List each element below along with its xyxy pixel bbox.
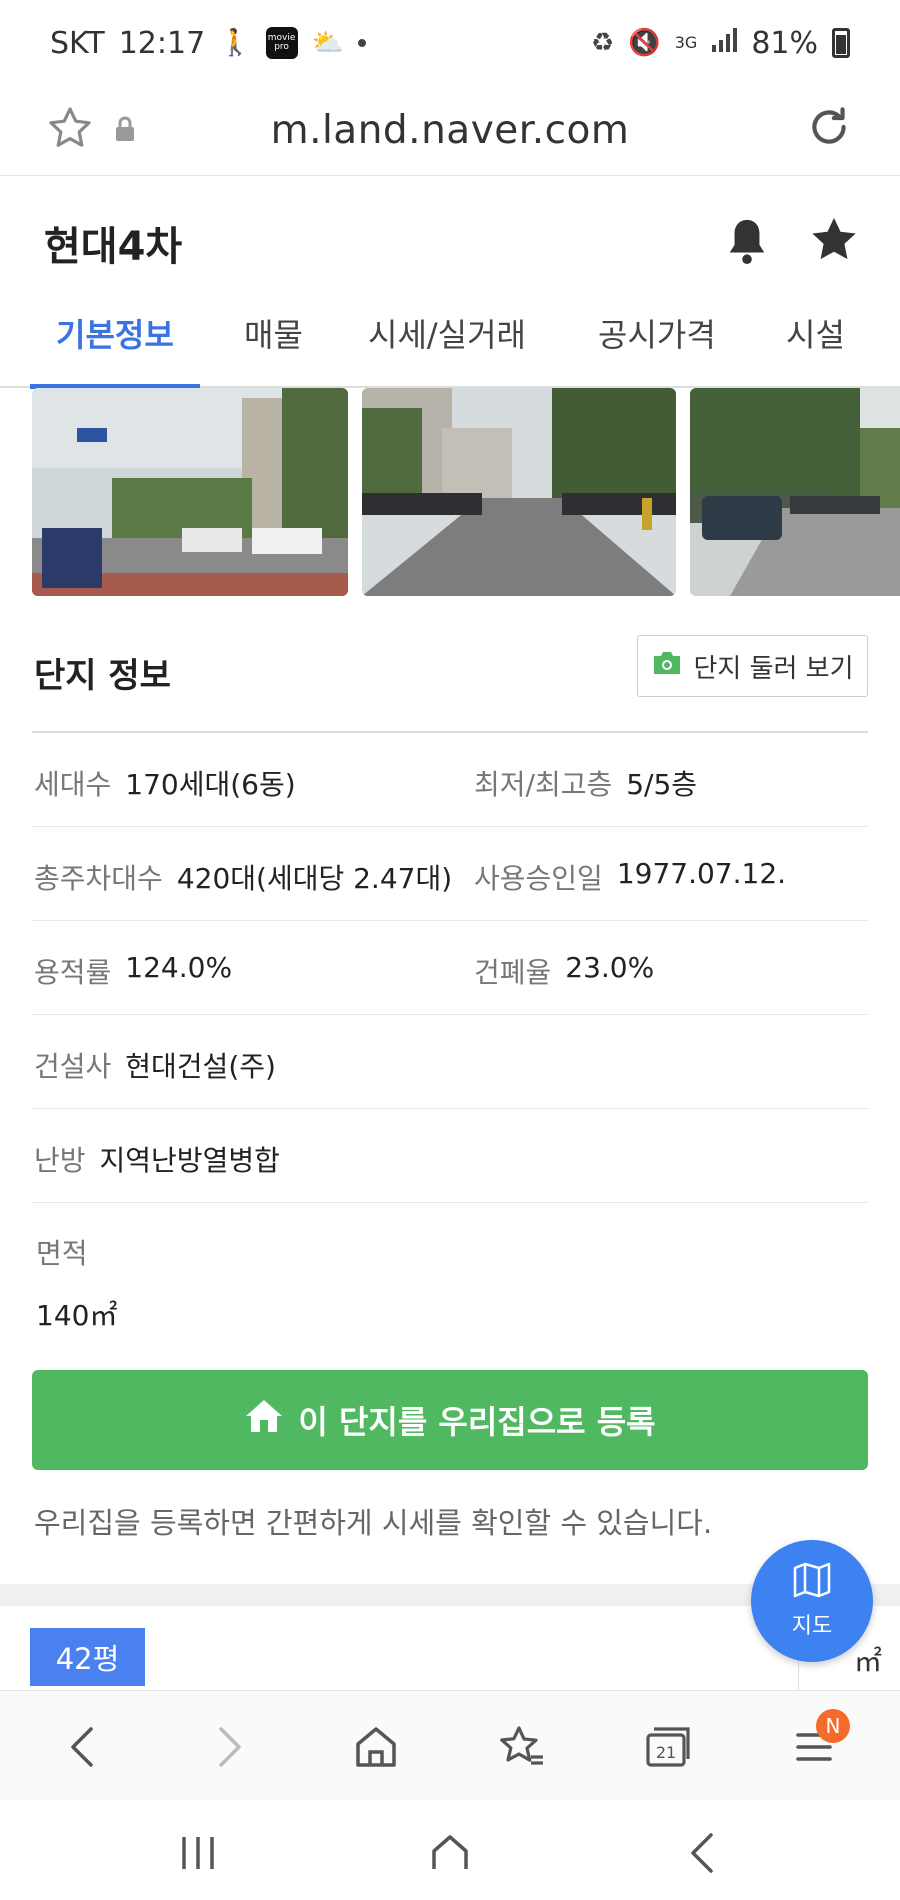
url-bar: m.land.naver.com [0,86,900,176]
sqm-unit-toggle[interactable]: ㎡ [854,1640,882,1680]
floor-area-ratio-value: 124.0% [125,951,233,984]
back-icon[interactable] [52,1717,112,1777]
floors-value: 5/5층 [626,768,698,801]
tab-price-transactions[interactable]: 시세/실거래 [368,310,526,356]
forward-icon[interactable] [200,1717,260,1777]
info-row: 세대수 170세대(6동) 최저/최고층 5/5층 [32,733,868,827]
battery-percent: 81% [751,25,818,61]
pyeong-tag[interactable]: 42평 [30,1628,145,1686]
system-home-icon[interactable] [420,1828,480,1878]
network-type-icon: 3G [674,33,698,52]
floor-area-ratio-label: 용적률 [34,956,112,989]
map-label: 지도 [791,1614,833,1639]
home-icon[interactable] [346,1717,406,1777]
carrier-label: SKT [50,25,105,61]
complex-photo[interactable] [32,388,348,596]
area-label: 면적 [36,1237,88,1270]
complex-tour-label: 단지 둘러 보기 [693,653,854,684]
heating-label: 난방 [34,1144,86,1177]
area-value: 140㎡ [36,1299,118,1332]
bookmarks-icon[interactable] [492,1717,552,1777]
parking-label: 총주차대수 [34,862,163,895]
map-button[interactable]: 지도 [751,1540,873,1662]
reload-icon[interactable] [804,102,854,156]
tab-count: 21 [656,1743,676,1762]
weather-icon: ⛅ [311,28,344,58]
system-navigation-bar [0,1800,900,1900]
builder-label: 건설사 [34,1050,112,1083]
tab-listings[interactable]: 매물 [244,310,303,356]
register-home-button[interactable]: 이 단지를 우리집으로 등록 [32,1370,868,1470]
info-row: 용적률 124.0% 건폐율 23.0% [32,921,868,1015]
signal-icon [711,26,738,61]
complex-tour-button[interactable]: 단지 둘러 보기 [637,635,868,697]
page-header: 현대4차 [0,176,900,286]
recent-apps-icon[interactable] [168,1828,228,1878]
clock: 12:17 [118,25,206,61]
register-home-label: 이 단지를 우리집으로 등록 [298,1403,656,1441]
info-row: 총주차대수 420대(세대당 2.47대) 사용승인일 1977.07.12. [32,827,868,921]
tab-facilities[interactable]: 시설 [786,310,845,356]
approval-date-label: 사용승인일 [474,862,603,895]
map-icon [792,1562,832,1604]
heating-value: 지역난방열병합 [99,1144,280,1177]
photo-strip[interactable] [0,388,900,596]
system-back-icon[interactable] [672,1828,732,1878]
tab-basic-info[interactable]: 기본정보 [56,310,174,356]
builder-value: 현대건설(주) [125,1050,276,1083]
battery-icon [832,28,850,58]
building-coverage-label: 건폐율 [474,956,552,989]
movie-pro-app-icon: movie pro [265,27,298,59]
tab-official-price[interactable]: 공시가격 [598,310,716,356]
camera-icon [651,650,683,683]
battery-saver-icon: ♻ [591,28,615,58]
menu-icon[interactable]: N [784,1709,850,1777]
url-text[interactable]: m.land.naver.com [0,108,900,153]
notification-dot-icon [357,39,366,47]
tab-bar: 기본정보 매물 시세/실거래 공시가격 시설 [0,286,900,389]
building-coverage-value: 23.0% [565,951,655,984]
households-label: 세대수 [34,768,112,801]
approval-date-value: 1977.07.12. [616,857,787,890]
parking-value: 420대(세대당 2.47대) [176,862,453,895]
mute-icon: 🔇 [628,28,661,58]
page-title: 현대4차 [44,224,183,270]
house-icon [244,1398,284,1442]
info-row: 건설사 현대건설(주) [32,1015,868,1109]
info-row: 난방 지역난방열병합 [32,1109,868,1203]
favorite-star-icon[interactable] [808,214,860,270]
tabs-icon[interactable]: 21 [638,1717,698,1777]
floors-label: 최저/최고층 [474,768,613,801]
browser-toolbar: 21 N [0,1690,900,1800]
bell-icon[interactable] [724,216,770,270]
complex-photo[interactable] [690,388,900,596]
households-value: 170세대(6동) [125,768,296,801]
complex-info-title: 단지 정보 [34,656,171,696]
person-walk-icon: 🚶 [219,28,252,58]
notification-badge: N [816,1709,850,1743]
status-bar: SKT 12:17 🚶 movie pro ⛅ ♻ 🔇 3G 81% [0,0,900,86]
complex-photo[interactable] [362,388,676,596]
register-note: 우리집을 등록하면 간편하게 시세를 확인할 수 있습니다. [34,1506,713,1540]
